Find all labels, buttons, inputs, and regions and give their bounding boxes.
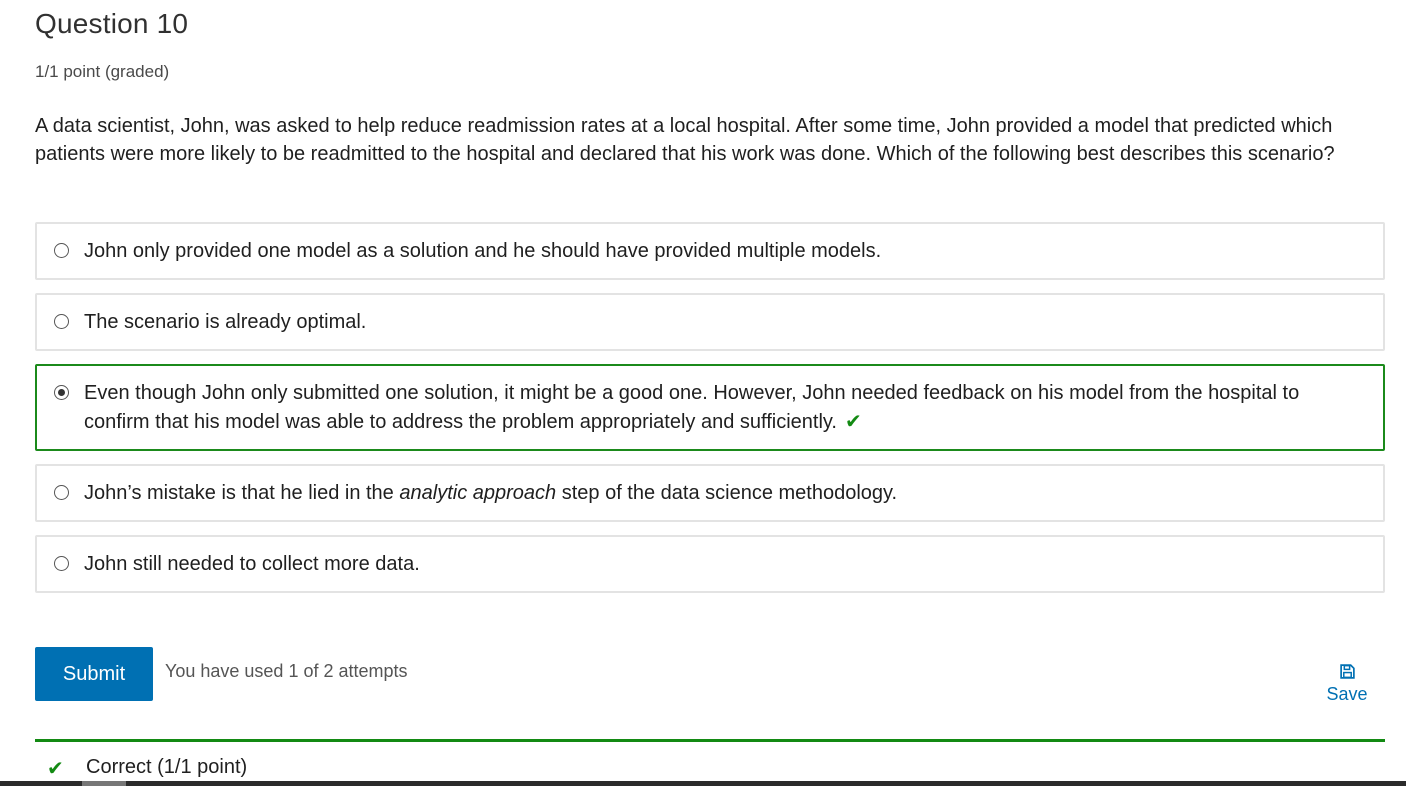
choice-option-4[interactable]: John’s mistake is that he lied in the an… [35, 464, 1385, 522]
radio-button[interactable] [54, 485, 69, 500]
floppy-disk-icon [1339, 664, 1355, 679]
scrollbar-thumb[interactable] [82, 781, 126, 786]
horizontal-scrollbar[interactable] [0, 781, 1406, 786]
choice-option-3[interactable]: Even though John only submitted one solu… [35, 364, 1385, 451]
checkmark-icon: ✔ [47, 758, 64, 780]
correct-checkmark-icon: ✔ [845, 411, 862, 433]
choice-text-after: step of the data science methodology. [556, 482, 898, 504]
radio-button[interactable] [54, 243, 69, 258]
choice-label: John only provided one model as a soluti… [84, 240, 882, 262]
choice-text-emphasis: analytic approach [399, 482, 557, 504]
choice-option-2[interactable]: The scenario is already optimal. [35, 293, 1385, 351]
attempts-counter: You have used 1 of 2 attempts [165, 661, 408, 681]
notification-text: Correct (1/1 point) [86, 756, 248, 778]
choice-label: John still needed to collect more data. [84, 553, 420, 575]
choice-label: John’s mistake is that he lied in the an… [84, 479, 897, 508]
question-points: 1/1 point (graded) [35, 62, 170, 81]
choice-text-before: John’s mistake is that he lied in the [84, 482, 400, 504]
problem-page: Question 10 1/1 point (graded) A data sc… [0, 0, 1406, 786]
question-title: Question 10 [35, 8, 189, 39]
choice-text: Even though John only submitted one solu… [84, 382, 1300, 433]
choice-label: Even though John only submitted one solu… [84, 379, 1363, 437]
choice-label: The scenario is already optimal. [84, 311, 367, 333]
radio-button[interactable] [54, 556, 69, 571]
choice-option-5[interactable]: John still needed to collect more data. [35, 535, 1385, 593]
save-label: Save [1326, 684, 1368, 704]
radio-button-selected[interactable] [54, 385, 69, 400]
save-button[interactable]: Save [1318, 663, 1376, 705]
choice-list: John only provided one model as a soluti… [35, 222, 1385, 606]
submit-button[interactable]: Submit [35, 647, 153, 701]
radio-button[interactable] [54, 314, 69, 329]
correct-notification: ✔ Correct (1/1 point) [35, 739, 1385, 786]
choice-option-1[interactable]: John only provided one model as a soluti… [35, 222, 1385, 280]
question-prompt: A data scientist, John, was asked to hel… [35, 115, 1335, 165]
